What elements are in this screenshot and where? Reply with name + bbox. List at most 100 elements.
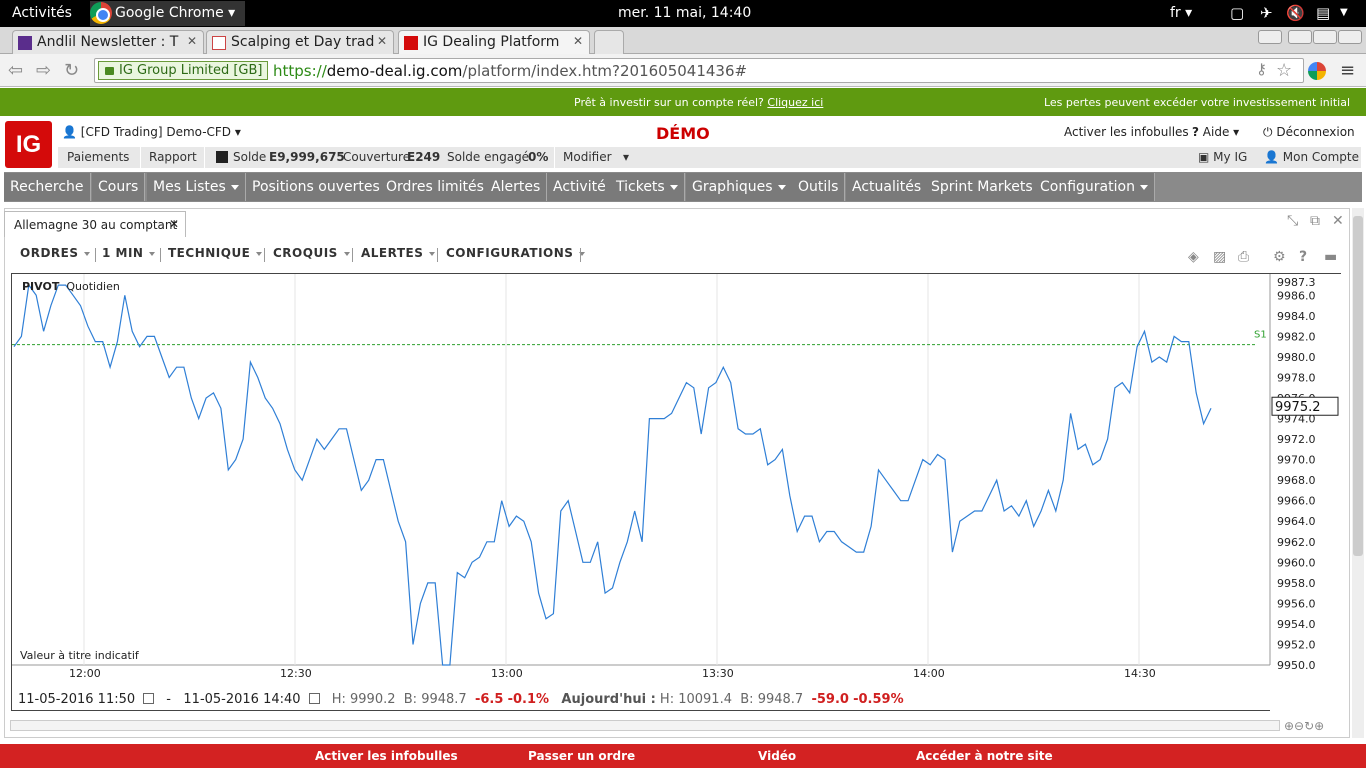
footer-video[interactable]: Vidéo — [758, 749, 796, 763]
mon-compte-link[interactable]: 👤 Mon Compte — [1264, 150, 1359, 164]
couverture-value: E249 — [407, 150, 441, 164]
end-date[interactable]: 11-05-2016 14:40 — [183, 692, 300, 707]
comment-icon[interactable]: ▬ — [1324, 249, 1337, 265]
y-tick-label: 9970.0 — [1277, 454, 1316, 467]
nav-alertes[interactable]: Alertes — [485, 173, 548, 201]
ig-logo[interactable]: IG — [5, 121, 52, 168]
high-value: 9990.2 — [350, 692, 396, 707]
toolbar-croquis[interactable]: CROQUIS — [273, 246, 350, 260]
tab-ig-dealing[interactable]: IG Dealing Platform ✕ — [398, 30, 590, 54]
myig-link[interactable]: ▣ My IG — [1198, 150, 1247, 164]
help-icon[interactable]: ? — [1299, 249, 1307, 265]
start-date[interactable]: 11-05-2016 11:50 — [18, 692, 135, 707]
toolbar-configurations[interactable]: CONFIGURATIONS — [446, 246, 585, 260]
tab-label: Andlil Newsletter : T — [37, 34, 179, 50]
close-window-icon[interactable] — [1338, 30, 1362, 44]
nav-ordres[interactable]: Ordres limités — [380, 173, 491, 201]
new-tab-button[interactable] — [594, 30, 624, 54]
reload-icon[interactable]: ↻ — [64, 60, 79, 81]
nav-outils[interactable]: Outils — [792, 173, 846, 201]
nav-recherche[interactable]: Recherche — [4, 173, 91, 201]
couverture-label: Couverture — [343, 150, 411, 164]
toolbar-technique[interactable]: TECHNIQUE — [168, 246, 262, 260]
horizontal-scrollbar[interactable] — [10, 720, 1280, 731]
main-nav: Recherche Cours Mes Listes Positions ouv… — [4, 172, 1362, 202]
close-icon[interactable]: ✕ — [573, 34, 583, 48]
tab-newsletter[interactable]: Andlil Newsletter : T ✕ — [12, 30, 204, 54]
banner-link[interactable]: Cliquez ici — [767, 96, 823, 109]
display-icon[interactable]: ▢ — [1230, 4, 1244, 22]
calendar-icon[interactable] — [308, 693, 320, 704]
clock[interactable]: mer. 11 mai, 14:40 — [618, 5, 751, 21]
close-icon[interactable]: ✕ — [187, 34, 197, 48]
shrink-icon[interactable]: ⤡ — [1287, 213, 1298, 229]
menu-chevron-icon[interactable]: ▼ — [1340, 7, 1348, 18]
toolbar-interval[interactable]: 1 MIN — [102, 246, 155, 260]
paiements-button[interactable]: Paiements — [67, 150, 129, 164]
minimize-icon[interactable] — [1288, 30, 1312, 44]
layers-icon[interactable]: ◈ — [1188, 249, 1199, 265]
popout-icon[interactable]: ⧉ — [1310, 213, 1320, 229]
nav-graphiques[interactable]: Graphiques — [686, 173, 793, 201]
footer-infobulles[interactable]: Activer les infobulles — [315, 749, 458, 763]
close-panel-icon[interactable]: ✕ — [1332, 213, 1344, 229]
y-tick-label: 9958.0 — [1277, 577, 1316, 590]
close-icon[interactable]: ✕ — [169, 217, 179, 231]
volume-icon[interactable]: 🔇 — [1286, 4, 1305, 22]
secure-badge[interactable]: IG Group Limited [GB] — [98, 61, 268, 80]
infobulles-link[interactable]: Activer les infobulles — [1064, 125, 1189, 139]
y-tick-label: 9956.0 — [1277, 597, 1316, 610]
panel-title: Allemagne 30 au comptant — [14, 218, 178, 232]
power-icon: ⏻ — [1263, 125, 1273, 139]
nav-mes-listes[interactable]: Mes Listes — [147, 173, 246, 201]
footer-order[interactable]: Passer un ordre — [528, 749, 635, 763]
nav-cours[interactable]: Cours — [92, 173, 146, 201]
modifier-dropdown[interactable]: Modifier ▾ — [563, 150, 629, 164]
panel-tab[interactable]: Allemagne 30 au comptant ✕ — [4, 211, 186, 237]
airplane-icon[interactable]: ✈ — [1260, 4, 1273, 22]
app-menu[interactable]: Google Chrome ▾ — [90, 1, 246, 26]
calendar-icon[interactable] — [143, 693, 155, 704]
myig-icon: ▣ — [1198, 150, 1210, 164]
price-chart[interactable]: 12:00 12:30 13:00 13:30 14:00 14:30 9987.3 9986… — [11, 273, 1342, 712]
nav-configuration[interactable]: Configuration — [1034, 173, 1155, 201]
activities-button[interactable]: Activités — [12, 5, 72, 21]
language-selector[interactable]: fr ▾ — [1170, 5, 1192, 21]
bookmark-star-icon[interactable]: ☆ — [1276, 60, 1292, 81]
nav-actualites[interactable]: Actualités — [846, 173, 929, 201]
nav-tickets[interactable]: Tickets — [610, 173, 685, 201]
indicative-note: Valeur à titre indicatif — [20, 649, 139, 662]
price-line — [13, 283, 1212, 666]
battery-icon[interactable]: ▤ — [1316, 4, 1330, 22]
banner-text: Prêt à investir sur un compte réel? — [574, 96, 764, 109]
url-input[interactable]: IG Group Limited [GB] https://demo-deal.… — [94, 58, 1304, 83]
aide-menu[interactable]: ? Aide ▾ — [1192, 125, 1239, 139]
logout-link[interactable]: ⏻ Déconnexion — [1263, 125, 1355, 140]
close-icon[interactable]: ✕ — [377, 34, 387, 48]
nav-activite[interactable]: Activité — [547, 173, 613, 201]
footer-site[interactable]: Accéder à notre site — [916, 749, 1053, 763]
balance-icon — [216, 151, 228, 163]
zoom-controls-icon[interactable]: ⊕⊖↻⊕ — [1284, 719, 1324, 733]
menu-icon[interactable]: ≡ — [1340, 60, 1355, 81]
key-icon[interactable]: ⚷ — [1256, 60, 1267, 78]
toolbar-alertes[interactable]: ALERTES — [361, 246, 435, 260]
scroll-thumb[interactable] — [1353, 216, 1363, 556]
rapport-button[interactable]: Rapport — [149, 150, 197, 164]
tab-scalping[interactable]: Scalping et Day trad ✕ — [206, 30, 394, 54]
print-icon[interactable]: ⎙ — [1238, 249, 1249, 265]
profile-icon[interactable] — [1258, 30, 1282, 44]
nav-positions[interactable]: Positions ouvertes — [246, 173, 387, 201]
extension-icon[interactable] — [1308, 62, 1326, 80]
account-selector[interactable]: 👤 [CFD Trading] Demo-CFD ▾ — [62, 125, 241, 139]
y-tick-label: 9982.0 — [1277, 330, 1316, 343]
back-icon[interactable]: ⇦ — [8, 60, 23, 81]
nav-sprint[interactable]: Sprint Markets — [925, 173, 1040, 201]
maximize-icon[interactable] — [1313, 30, 1337, 44]
image-icon[interactable]: ▨ — [1213, 249, 1226, 265]
tab-strip: Andlil Newsletter : T ✕ Scalping et Day t… — [0, 27, 1366, 54]
vertical-scrollbar[interactable] — [1352, 208, 1364, 738]
forward-icon[interactable]: ⇨ — [36, 60, 51, 81]
settings-icon[interactable]: ⚙ — [1273, 249, 1286, 265]
toolbar-ordres[interactable]: ORDRES — [20, 246, 90, 260]
